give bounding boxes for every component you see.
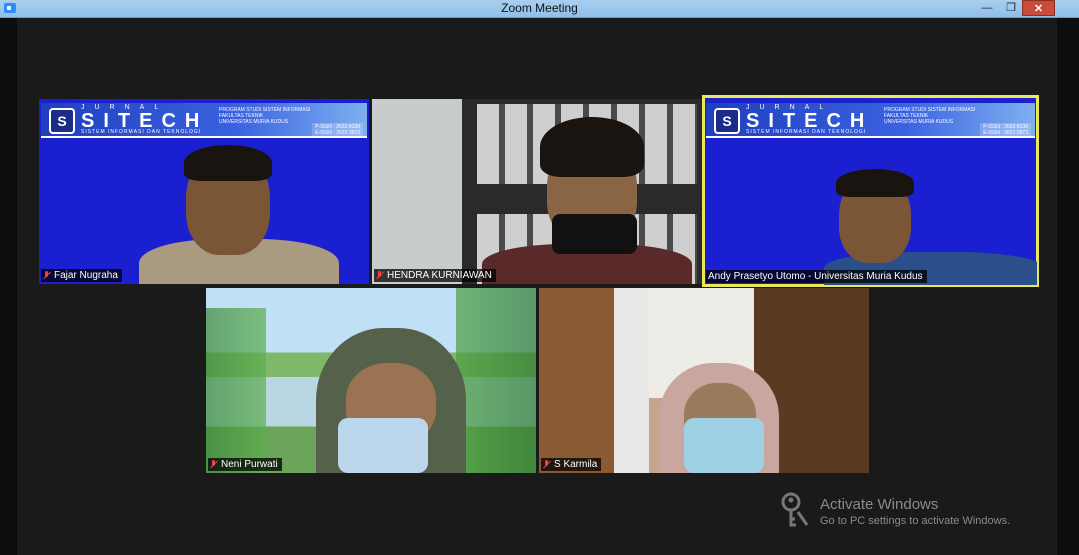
participant-name: HENDRA KURNIAWAN bbox=[387, 270, 492, 281]
participant-name-tag: HENDRA KURNIAWAN bbox=[374, 269, 496, 282]
watermark-title: Activate Windows bbox=[820, 496, 939, 513]
minimize-button[interactable]: — bbox=[974, 0, 1000, 16]
participant-name: Neni Purwati bbox=[221, 459, 278, 470]
sitech-logo-icon: S bbox=[49, 108, 75, 134]
banner-subtitle: SISTEM INFORMASI DAN TEKNOLOGI bbox=[746, 129, 867, 135]
muted-mic-icon bbox=[543, 460, 551, 468]
maximize-button[interactable]: ❐ bbox=[1000, 0, 1022, 16]
banner-issn-line: E-ISSN : 2622-3973 bbox=[315, 130, 360, 136]
window-title: Zoom Meeting bbox=[501, 1, 578, 15]
banner-info-line: UNIVERSITAS MURIA KUDUS bbox=[884, 119, 954, 125]
banner-info-line: UNIVERSITAS MURIA KUDUS bbox=[219, 119, 289, 125]
video-tile-fajar[interactable]: S JURNAL SITECH SISTEM INFORMASI DAN TEK… bbox=[39, 99, 369, 284]
muted-mic-icon bbox=[376, 271, 384, 279]
video-tile-karmila[interactable]: S Karmila bbox=[539, 288, 869, 473]
banner-subtitle: SISTEM INFORMASI DAN TEKNOLOGI bbox=[81, 129, 202, 135]
left-edge bbox=[0, 18, 17, 555]
video-tile-hendra[interactable]: HENDRA KURNIAWAN bbox=[372, 99, 702, 284]
sitech-logo-icon: S bbox=[714, 108, 740, 134]
banner-issn: P-ISSN : 2622-8130 E-ISSN : 2622-3973 bbox=[312, 123, 363, 137]
close-button[interactable]: ✕ bbox=[1022, 0, 1055, 16]
participant-name-tag: S Karmila bbox=[541, 458, 602, 471]
muted-mic-icon bbox=[43, 271, 51, 279]
banner-issn: P-ISSN : 2622-8130 E-ISSN : 2622-3973 bbox=[980, 123, 1031, 137]
participant-name: S Karmila bbox=[554, 459, 598, 470]
participant-name-tag: Fajar Nugraha bbox=[41, 269, 122, 282]
watermark-subtitle: Go to PC settings to activate Windows. bbox=[820, 515, 1011, 527]
video-tile-neni[interactable]: Neni Purwati bbox=[206, 288, 536, 473]
participant-name-tag: Andy Prasetyo Utomo - Universitas Muria … bbox=[706, 270, 927, 283]
participant-name: Fajar Nugraha bbox=[54, 270, 118, 281]
participant-name: Andy Prasetyo Utomo - Universitas Muria … bbox=[708, 271, 923, 282]
key-icon bbox=[781, 492, 809, 527]
video-tile-andy[interactable]: S JURNAL SITECH SISTEM INFORMASI DAN TEK… bbox=[702, 95, 1039, 287]
sitech-banner: S JURNAL SITECH SISTEM INFORMASI DAN TEK… bbox=[706, 103, 1035, 138]
sitech-banner: S JURNAL SITECH SISTEM INFORMASI DAN TEK… bbox=[41, 103, 367, 138]
banner-info: PROGRAM STUDI SISTEM INFORMASI FAKULTAS … bbox=[884, 107, 975, 125]
banner-info: PROGRAM STUDI SISTEM INFORMASI FAKULTAS … bbox=[219, 107, 310, 125]
right-edge bbox=[1057, 18, 1079, 555]
banner-issn-line: E-ISSN : 2622-3973 bbox=[983, 130, 1028, 136]
muted-mic-icon bbox=[210, 460, 218, 468]
title-bar: Zoom Meeting — ❐ ✕ bbox=[0, 0, 1079, 18]
participant-name-tag: Neni Purwati bbox=[208, 458, 282, 471]
